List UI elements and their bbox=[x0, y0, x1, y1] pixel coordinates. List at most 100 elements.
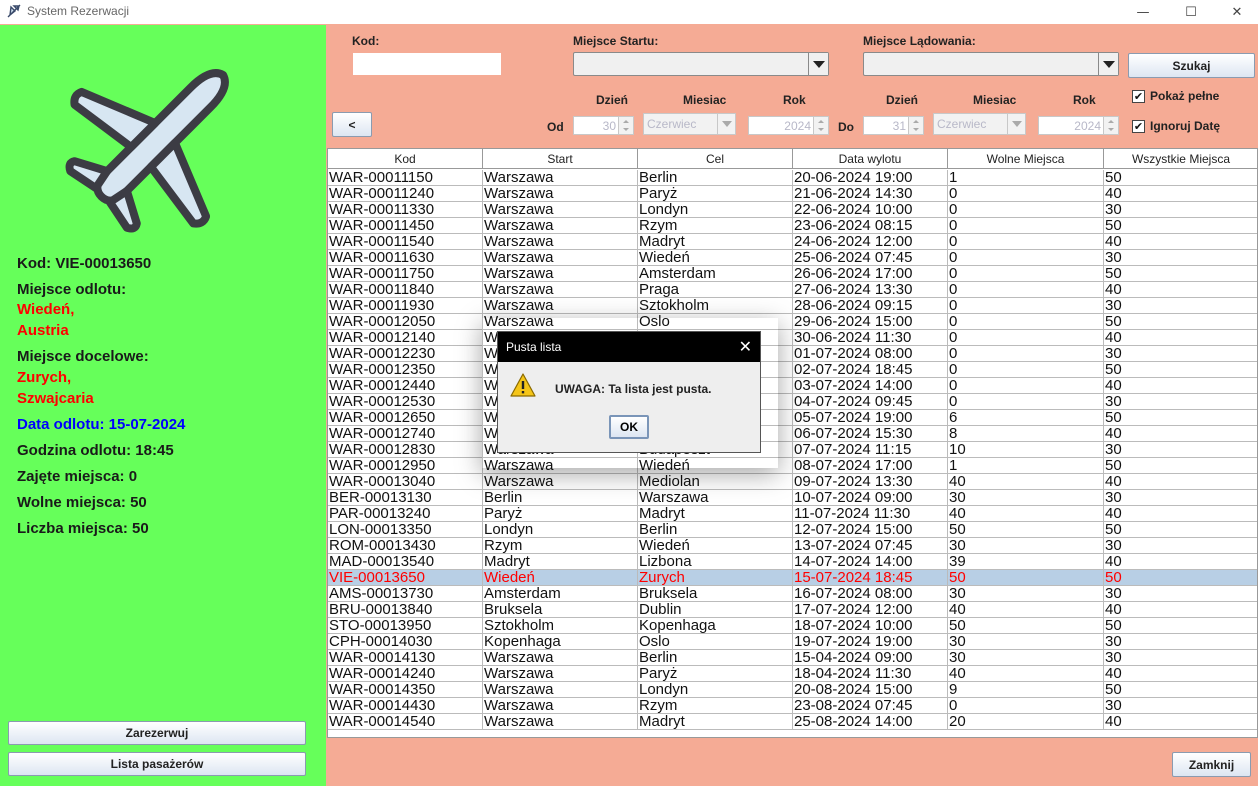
ignore-date-checkbox[interactable]: ✔ bbox=[1132, 120, 1145, 133]
table-cell: WAR-00011840 bbox=[328, 282, 483, 298]
to-year-spinner[interactable]: 2024 bbox=[1038, 116, 1119, 135]
table-row[interactable]: WAR-00014350 Warszawa Londyn 20-08-2024 15:… bbox=[328, 682, 1257, 698]
table-row[interactable]: VIE-00013650 Wiedeń Zurych 15-07-2024 18:45… bbox=[328, 570, 1257, 586]
table-cell: WAR-00014130 bbox=[328, 650, 483, 666]
airplane-icon bbox=[65, 69, 229, 233]
start-place-select[interactable] bbox=[573, 52, 829, 76]
show-full-checkbox[interactable]: ✔ bbox=[1132, 90, 1145, 103]
from-year-spinner[interactable]: 2024 bbox=[748, 116, 829, 135]
column-header[interactable]: Start bbox=[483, 149, 638, 169]
table-row[interactable]: WAR-00011840 Warszawa Praga 27-06-2024 13:3… bbox=[328, 282, 1257, 298]
close-icon[interactable]: ✕ bbox=[739, 337, 752, 356]
table-row[interactable]: BER-00013130 Berlin Warszawa 10-07-2024 09:… bbox=[328, 490, 1257, 506]
table-cell: 0 bbox=[948, 362, 1104, 378]
from-month-select[interactable]: Czerwiec bbox=[643, 113, 736, 135]
spinner-arrows-icon[interactable] bbox=[1103, 117, 1118, 134]
column-header[interactable]: Wszystkie Miejsca bbox=[1104, 149, 1257, 169]
close-button[interactable]: Zamknij bbox=[1172, 752, 1251, 777]
table-cell: 40 bbox=[1104, 426, 1257, 442]
start-place-label: Miejsce Startu: bbox=[573, 34, 659, 48]
table-row[interactable]: LON-00013350 Londyn Berlin 12-07-2024 15:00… bbox=[328, 522, 1257, 538]
table-row[interactable]: WAR-00014540 Warszawa Madryt 25-08-2024 14:… bbox=[328, 714, 1257, 730]
from-day-spinner[interactable]: 30 bbox=[573, 116, 634, 135]
table-row[interactable]: WAR-00011630 Warszawa Wiedeń 25-06-2024 07:… bbox=[328, 250, 1257, 266]
table-row[interactable]: WAR-00011150 Warszawa Berlin 20-06-2024 19:… bbox=[328, 170, 1257, 186]
table-row[interactable]: WAR-00012650Warszawa05-07-2024 19:00650 bbox=[328, 410, 1257, 426]
table-row[interactable]: WAR-00011750 Warszawa Amsterdam 26-06-2024 … bbox=[328, 266, 1257, 282]
maximize-icon[interactable]: ☐ bbox=[1168, 0, 1214, 24]
table-cell: Warszawa bbox=[483, 266, 638, 282]
table-row[interactable]: WAR-00011330 Warszawa Londyn 22-06-2024 10:… bbox=[328, 202, 1257, 218]
table-row[interactable]: WAR-00011450 Warszawa Rzym 23-06-2024 08:15… bbox=[328, 218, 1257, 234]
table-row[interactable]: WAR-00012350Warszawa02-07-2024 18:45050 bbox=[328, 362, 1257, 378]
table-row[interactable]: WAR-00012050 Warszawa Oslo 29-06-2024 15:00… bbox=[328, 314, 1257, 330]
table-cell: Paryż bbox=[483, 506, 638, 522]
table-cell: 18-04-2024 11:30 bbox=[793, 666, 948, 682]
passenger-list-button[interactable]: Lista pasażerów bbox=[8, 752, 306, 776]
spinner-arrows-icon[interactable] bbox=[908, 117, 923, 134]
table-row[interactable]: WAR-00014240 Warszawa Paryż 18-04-2024 11:3… bbox=[328, 666, 1257, 682]
table-row[interactable]: WAR-00012530Warszawa04-07-2024 09:45030 bbox=[328, 394, 1257, 410]
code-input[interactable] bbox=[352, 52, 502, 76]
chevron-down-icon[interactable] bbox=[1098, 53, 1118, 75]
table-cell: 30 bbox=[1104, 538, 1257, 554]
table-row[interactable]: WAR-00011930 Warszawa Sztokholm 28-06-2024 … bbox=[328, 298, 1257, 314]
table-cell: WAR-00012230 bbox=[328, 346, 483, 362]
table-row[interactable]: WAR-00011540 Warszawa Madryt 24-06-2024 12:… bbox=[328, 234, 1257, 250]
back-button[interactable]: < bbox=[332, 112, 372, 137]
minimize-icon[interactable]: — bbox=[1120, 0, 1166, 24]
landing-place-select[interactable] bbox=[863, 52, 1119, 76]
table-cell: 40 bbox=[948, 602, 1104, 618]
column-header[interactable]: Kod bbox=[328, 149, 483, 169]
table-row[interactable]: WAR-00014130 Warszawa Berlin 15-04-2024 09:… bbox=[328, 650, 1257, 666]
table-cell: WAR-00012830 bbox=[328, 442, 483, 458]
table-cell: Kopenhaga bbox=[638, 618, 793, 634]
table-body[interactable]: WAR-00011150 Warszawa Berlin 20-06-2024 19:… bbox=[328, 170, 1257, 730]
chevron-down-icon[interactable] bbox=[808, 53, 828, 75]
search-button[interactable]: Szukaj bbox=[1128, 53, 1255, 78]
table-row[interactable]: WAR-00012440Warszawa03-07-2024 14:00040 bbox=[328, 378, 1257, 394]
table-cell: 15-04-2024 09:00 bbox=[793, 650, 948, 666]
table-row[interactable]: AMS-00013730 Amsterdam Bruksela 16-07-2024 … bbox=[328, 586, 1257, 602]
table-cell: 17-07-2024 12:00 bbox=[793, 602, 948, 618]
column-header[interactable]: Cel bbox=[638, 149, 793, 169]
ok-button[interactable]: OK bbox=[609, 415, 649, 439]
table-row[interactable]: BRU-00013840 Bruksela Dublin 17-07-2024 12:… bbox=[328, 602, 1257, 618]
table-row[interactable]: WAR-00012740Warszawa06-07-2024 15:30840 bbox=[328, 426, 1257, 442]
table-cell: 14-07-2024 14:00 bbox=[793, 554, 948, 570]
table-row[interactable]: WAR-00013040 Warszawa Mediolan 09-07-2024 1… bbox=[328, 474, 1257, 490]
table-row[interactable]: WAR-00012950 Warszawa Wiedeń 08-07-2024 17:… bbox=[328, 458, 1257, 474]
chevron-down-icon[interactable] bbox=[1007, 114, 1025, 134]
spinner-arrows-icon[interactable] bbox=[813, 117, 828, 134]
table-cell: 29-06-2024 15:00 bbox=[793, 314, 948, 330]
flights-table[interactable]: Kod Start Cel Data wylotu Wolne Miejsca Wszys… bbox=[327, 148, 1258, 738]
spinner-arrows-icon[interactable] bbox=[618, 117, 633, 134]
table-cell: Rzym bbox=[638, 698, 793, 714]
table-row[interactable]: WAR-00011240 Warszawa Paryż 21-06-2024 14:3… bbox=[328, 186, 1257, 202]
table-cell: VIE-00013650 bbox=[328, 570, 483, 586]
table-cell: 40 bbox=[1104, 474, 1257, 490]
table-row[interactable]: WAR-00012230Warszawa01-07-2024 08:00030 bbox=[328, 346, 1257, 362]
table-cell: Rzym bbox=[638, 218, 793, 234]
table-row[interactable]: WAR-00014430 Warszawa Rzym 23-08-2024 07:45… bbox=[328, 698, 1257, 714]
chevron-down-icon[interactable] bbox=[717, 114, 735, 134]
table-row[interactable]: ROM-00013430 Rzym Wiedeń 13-07-2024 07:45 30… bbox=[328, 538, 1257, 554]
close-window-icon[interactable]: ✕ bbox=[1214, 0, 1258, 24]
table-row[interactable]: WAR-00012140Warszawa30-06-2024 11:30040 bbox=[328, 330, 1257, 346]
table-row[interactable]: PAR-00013240 Paryż Madryt 11-07-2024 11:30 4… bbox=[328, 506, 1257, 522]
table-cell: 15-07-2024 18:45 bbox=[793, 570, 948, 586]
table-row[interactable]: STO-00013950 Sztokholm Kopenhaga 18-07-2024… bbox=[328, 618, 1257, 634]
table-cell: 30 bbox=[1104, 634, 1257, 650]
table-row[interactable]: MAD-00013540 Madryt Lizbona 14-07-2024 14:0… bbox=[328, 554, 1257, 570]
table-row[interactable]: WAR-00012830WarszawaBudapeszt07-07-2024 … bbox=[328, 442, 1257, 458]
from-day-label: Dzień bbox=[596, 93, 629, 107]
reserve-button[interactable]: Zarezerwuj bbox=[8, 721, 306, 745]
table-cell: Wiedeń bbox=[638, 250, 793, 266]
column-header[interactable]: Wolne Miejsca bbox=[948, 149, 1104, 169]
to-month-select[interactable]: Czerwiec bbox=[933, 113, 1026, 135]
column-header[interactable]: Data wylotu bbox=[793, 149, 948, 169]
table-cell: Warszawa bbox=[483, 682, 638, 698]
to-day-spinner[interactable]: 31 bbox=[863, 116, 924, 135]
table-cell: WAR-00011750 bbox=[328, 266, 483, 282]
table-row[interactable]: CPH-00014030 Kopenhaga Oslo 19-07-2024 19:0… bbox=[328, 634, 1257, 650]
